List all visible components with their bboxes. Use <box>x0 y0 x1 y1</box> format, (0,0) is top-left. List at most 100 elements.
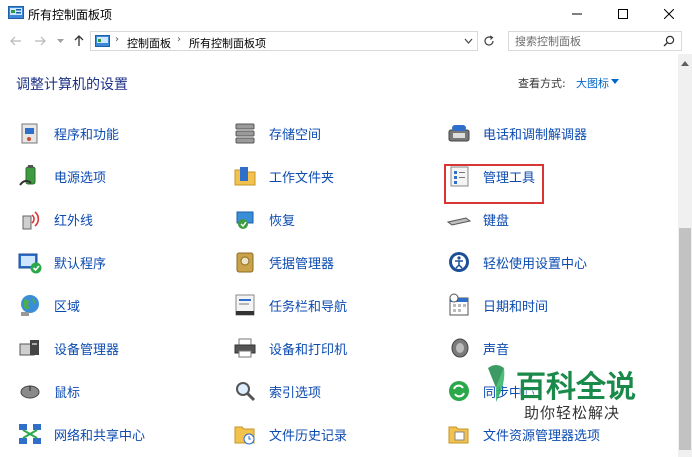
item-credential-manager[interactable]: 凭据管理器 <box>231 246 334 278</box>
chevron-down-icon <box>56 39 64 43</box>
back-arrow-icon <box>10 36 21 46</box>
page-heading: 调整计算机的设置 <box>16 77 128 93</box>
explorer-options-icon <box>445 420 473 448</box>
item-power-options[interactable]: 电源选项 <box>16 160 106 192</box>
item-taskbar-navigation[interactable]: 任务栏和导航 <box>231 289 347 321</box>
storage-icon <box>231 119 259 147</box>
item-programs-and-features[interactable]: 程序和功能 <box>16 117 119 149</box>
item-mouse[interactable]: 鼠标 <box>16 375 80 407</box>
item-label: 区域 <box>54 299 81 315</box>
breadcrumb-separator-icon: › <box>115 34 119 45</box>
item-ease-of-access[interactable]: 轻松使用设置中心 <box>445 246 587 278</box>
control-panel-window: 所有控制面板项 › 控制面板 › 所有控制面板项 搜索控制面板 调整计算机的设置… <box>0 0 692 457</box>
item-recovery[interactable]: 恢复 <box>231 203 295 235</box>
navigation-bar: › 控制面板 › 所有控制面板项 <box>0 28 692 54</box>
scroll-up-button[interactable] <box>678 56 692 70</box>
item-label: 索引选项 <box>269 385 322 401</box>
item-label: 红外线 <box>54 213 94 229</box>
printer-icon <box>231 334 259 362</box>
recovery-icon <box>231 205 259 233</box>
credential-icon <box>231 248 259 276</box>
chevron-down-icon[interactable] <box>611 79 619 84</box>
item-label: 文件资源管理器选项 <box>483 428 601 444</box>
item-date-time[interactable]: 日期和时间 <box>445 289 548 321</box>
control-panel-icon <box>95 35 110 47</box>
item-label: 工作文件夹 <box>269 170 335 186</box>
file-history-icon <box>231 420 259 448</box>
recent-locations-button[interactable] <box>54 32 66 50</box>
item-network-sharing-center[interactable]: 网络和共享中心 <box>16 418 145 450</box>
phone-modem-icon <box>445 119 473 147</box>
minimize-button[interactable] <box>554 0 600 28</box>
keyboard-icon <box>445 205 473 233</box>
chevron-down-icon <box>464 38 472 44</box>
item-label: 任务栏和导航 <box>269 299 348 315</box>
work-folders-icon <box>231 162 259 190</box>
breadcrumb-all-items[interactable]: 所有控制面板项 <box>189 35 266 51</box>
close-button[interactable] <box>646 0 692 28</box>
programs-icon <box>16 119 44 147</box>
item-label: 默认程序 <box>54 256 107 272</box>
chevron-up-icon <box>681 60 689 66</box>
item-label: 键盘 <box>483 213 510 229</box>
ease-of-access-icon <box>445 248 473 276</box>
watermark-title: 百科全说 <box>516 370 636 405</box>
indexing-icon <box>231 377 259 405</box>
device-manager-icon <box>16 334 44 362</box>
item-label: 声音 <box>483 342 510 358</box>
item-default-programs[interactable]: 默认程序 <box>16 246 106 278</box>
item-storage-spaces[interactable]: 存储空间 <box>231 117 321 149</box>
highlight-box <box>444 164 544 204</box>
item-region[interactable]: 区域 <box>16 289 80 321</box>
maximize-icon <box>618 9 628 19</box>
refresh-button[interactable] <box>480 32 498 50</box>
window-title: 所有控制面板项 <box>28 8 113 22</box>
search-icon[interactable] <box>663 35 675 47</box>
view-by-dropdown[interactable]: 大图标 <box>576 75 609 91</box>
item-indexing-options[interactable]: 索引选项 <box>231 375 321 407</box>
up-button[interactable] <box>71 32 87 50</box>
address-dropdown-button[interactable] <box>461 34 475 48</box>
item-work-folders[interactable]: 工作文件夹 <box>231 160 334 192</box>
back-button[interactable] <box>8 32 24 50</box>
item-label: 存储空间 <box>269 127 322 143</box>
item-device-manager[interactable]: 设备管理器 <box>16 332 119 364</box>
item-sound[interactable]: 声音 <box>445 332 509 364</box>
forward-arrow-icon <box>35 36 46 46</box>
sound-icon <box>445 334 473 362</box>
item-phone-modem[interactable]: 电话和调制解调器 <box>445 117 587 149</box>
watermark-subtitle: 助你轻松解决 <box>524 404 621 422</box>
item-label: 设备管理器 <box>54 342 120 358</box>
watermark-logo-icon <box>488 365 505 402</box>
item-label: 设备和打印机 <box>269 342 348 358</box>
region-icon <box>16 291 44 319</box>
item-label: 日期和时间 <box>483 299 549 315</box>
item-label: 轻松使用设置中心 <box>483 256 588 272</box>
search-box[interactable] <box>508 31 682 51</box>
refresh-icon <box>484 35 494 46</box>
forward-button[interactable] <box>32 32 48 50</box>
item-label: 鼠标 <box>54 385 81 401</box>
item-devices-printers[interactable]: 设备和打印机 <box>231 332 347 364</box>
close-icon <box>664 9 674 19</box>
item-infrared[interactable]: 红外线 <box>16 203 93 235</box>
breadcrumb-control-panel[interactable]: 控制面板 <box>127 35 171 51</box>
sync-icon <box>445 377 473 405</box>
item-label: 程序和功能 <box>54 127 120 143</box>
item-label: 恢复 <box>269 213 296 229</box>
control-panel-icon <box>8 6 24 19</box>
item-keyboard[interactable]: 键盘 <box>445 203 509 235</box>
search-input[interactable] <box>515 33 655 49</box>
taskbar-icon <box>231 291 259 319</box>
mouse-icon <box>16 377 44 405</box>
infrared-icon <box>16 205 44 233</box>
item-label: 网络和共享中心 <box>54 428 146 444</box>
address-bar[interactable]: › 控制面板 › 所有控制面板项 <box>90 31 478 51</box>
item-file-history[interactable]: 文件历史记录 <box>231 418 347 450</box>
view-by-label: 查看方式: <box>518 77 566 90</box>
minimize-icon <box>572 13 582 15</box>
datetime-icon <box>445 291 473 319</box>
maximize-button[interactable] <box>600 0 646 28</box>
item-label: 电话和调制解调器 <box>483 127 588 143</box>
scrollbar-thumb[interactable] <box>679 228 691 450</box>
